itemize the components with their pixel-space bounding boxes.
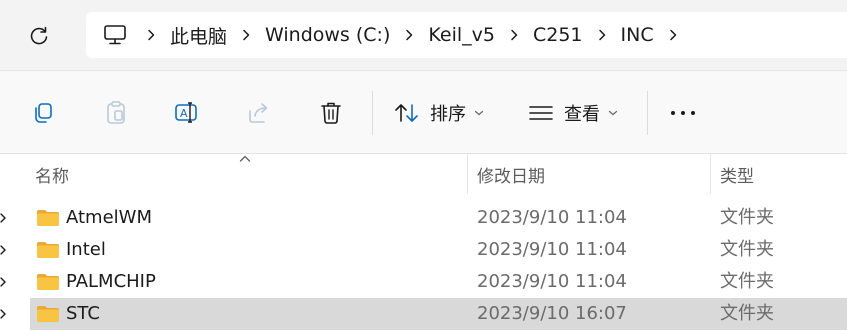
sort-dropdown[interactable]: 排序 <box>394 95 484 131</box>
more-options-icon <box>671 111 675 115</box>
chevron-down-icon <box>474 110 484 116</box>
breadcrumb-separator[interactable] <box>392 12 426 58</box>
nav-pane-expand[interactable] <box>0 266 10 298</box>
breadcrumb-label[interactable]: Keil_v5 <box>426 24 497 46</box>
file-name: STC <box>66 303 100 324</box>
chevron-right-icon <box>511 29 518 41</box>
breadcrumb-separator[interactable] <box>229 12 263 58</box>
breadcrumb-separator[interactable] <box>656 12 690 58</box>
column-header-date[interactable]: 修改日期 <box>477 154 545 194</box>
view-list-icon <box>529 106 553 120</box>
file-name: AtmelWM <box>66 207 152 228</box>
sort-ascending-icon <box>239 155 251 162</box>
chevron-right-icon <box>0 245 6 255</box>
view-label: 查看 <box>564 104 600 125</box>
column-header-type[interactable]: 类型 <box>720 154 754 194</box>
folder-icon <box>37 210 59 226</box>
folder-icon <box>37 242 59 258</box>
svg-text:A: A <box>180 107 188 120</box>
chevron-right-icon <box>669 29 676 41</box>
file-type: 文件夹 <box>720 303 774 324</box>
chevron-right-icon <box>0 213 6 223</box>
sort-icon <box>395 104 418 122</box>
column-divider[interactable] <box>710 154 711 194</box>
paste-button[interactable] <box>96 95 136 131</box>
file-row[interactable]: STC 2023/9/10 16:07 文件夹 <box>30 298 847 330</box>
breadcrumb-label[interactable]: C251 <box>531 24 585 46</box>
file-date: 2023/9/10 16:07 <box>477 303 627 324</box>
folder-icon <box>37 306 59 322</box>
view-dropdown[interactable]: 查看 <box>528 95 618 131</box>
chevron-right-icon <box>598 29 605 41</box>
paste-icon <box>107 101 125 124</box>
chevron-right-icon <box>243 29 250 41</box>
nav-pane-expand[interactable] <box>0 234 10 266</box>
delete-button[interactable] <box>311 95 351 131</box>
share-icon <box>249 103 268 123</box>
refresh-button[interactable] <box>22 22 56 50</box>
toolbar-divider <box>372 91 373 135</box>
chevron-down-icon <box>608 110 618 116</box>
breadcrumb-item: INC <box>585 12 656 58</box>
folder-icon <box>37 274 59 290</box>
file-type: 文件夹 <box>720 271 774 292</box>
chevron-right-icon <box>0 309 6 319</box>
share-button[interactable] <box>239 95 279 131</box>
nav-pane-expand[interactable] <box>0 202 10 234</box>
delete-icon <box>321 102 341 124</box>
rename-icon: A <box>175 102 197 123</box>
file-type: 文件夹 <box>720 239 774 260</box>
breadcrumb-separator[interactable] <box>134 12 168 58</box>
breadcrumb-separator[interactable] <box>497 12 531 58</box>
copy-button[interactable] <box>23 95 63 131</box>
breadcrumb-label[interactable]: 此电脑 <box>168 22 229 49</box>
nav-pane-expand[interactable] <box>0 298 10 330</box>
file-list: 名称 修改日期 类型 AtmelWM 2023/9/10 11:04 文件夹 Inte… <box>0 154 847 334</box>
breadcrumb-item <box>656 12 690 58</box>
rename-button[interactable]: A <box>166 95 206 131</box>
column-header-name[interactable]: 名称 <box>35 154 69 194</box>
file-type: 文件夹 <box>720 207 774 228</box>
breadcrumb-label[interactable]: INC <box>619 24 656 46</box>
breadcrumb-item: 此电脑 <box>134 12 229 58</box>
file-row[interactable]: PALMCHIP 2023/9/10 11:04 文件夹 <box>30 266 847 298</box>
copy-icon <box>35 103 52 123</box>
sort-label: 排序 <box>430 104 466 125</box>
file-date: 2023/9/10 11:04 <box>477 207 627 228</box>
address-area: 此电脑 Windows (C:) Keil_v5 C251 INC <box>0 0 847 70</box>
toolbar-divider <box>647 91 648 135</box>
more-options-button[interactable] <box>662 95 704 131</box>
refresh-icon <box>30 26 48 45</box>
address-bar[interactable]: 此电脑 Windows (C:) Keil_v5 C251 INC <box>86 12 847 58</box>
breadcrumb-separator[interactable] <box>585 12 619 58</box>
command-bar: A 排序 查看 <box>0 70 847 154</box>
file-row[interactable]: Intel 2023/9/10 11:04 文件夹 <box>30 234 847 266</box>
breadcrumb: 此电脑 Windows (C:) Keil_v5 C251 INC <box>134 12 690 58</box>
breadcrumb-label[interactable]: Windows (C:) <box>263 24 392 46</box>
breadcrumb-item: Windows (C:) <box>229 12 392 58</box>
this-pc-icon[interactable] <box>102 22 128 48</box>
breadcrumb-item: C251 <box>497 12 585 58</box>
file-name: PALMCHIP <box>66 271 156 292</box>
chevron-right-icon <box>0 277 6 287</box>
file-date: 2023/9/10 11:04 <box>477 239 627 260</box>
chevron-right-icon <box>406 29 413 41</box>
file-row[interactable]: AtmelWM 2023/9/10 11:04 文件夹 <box>30 202 847 234</box>
file-name: Intel <box>66 239 106 260</box>
breadcrumb-item: Keil_v5 <box>392 12 497 58</box>
file-date: 2023/9/10 11:04 <box>477 271 627 292</box>
chevron-right-icon <box>148 29 155 41</box>
column-divider[interactable] <box>467 154 468 194</box>
